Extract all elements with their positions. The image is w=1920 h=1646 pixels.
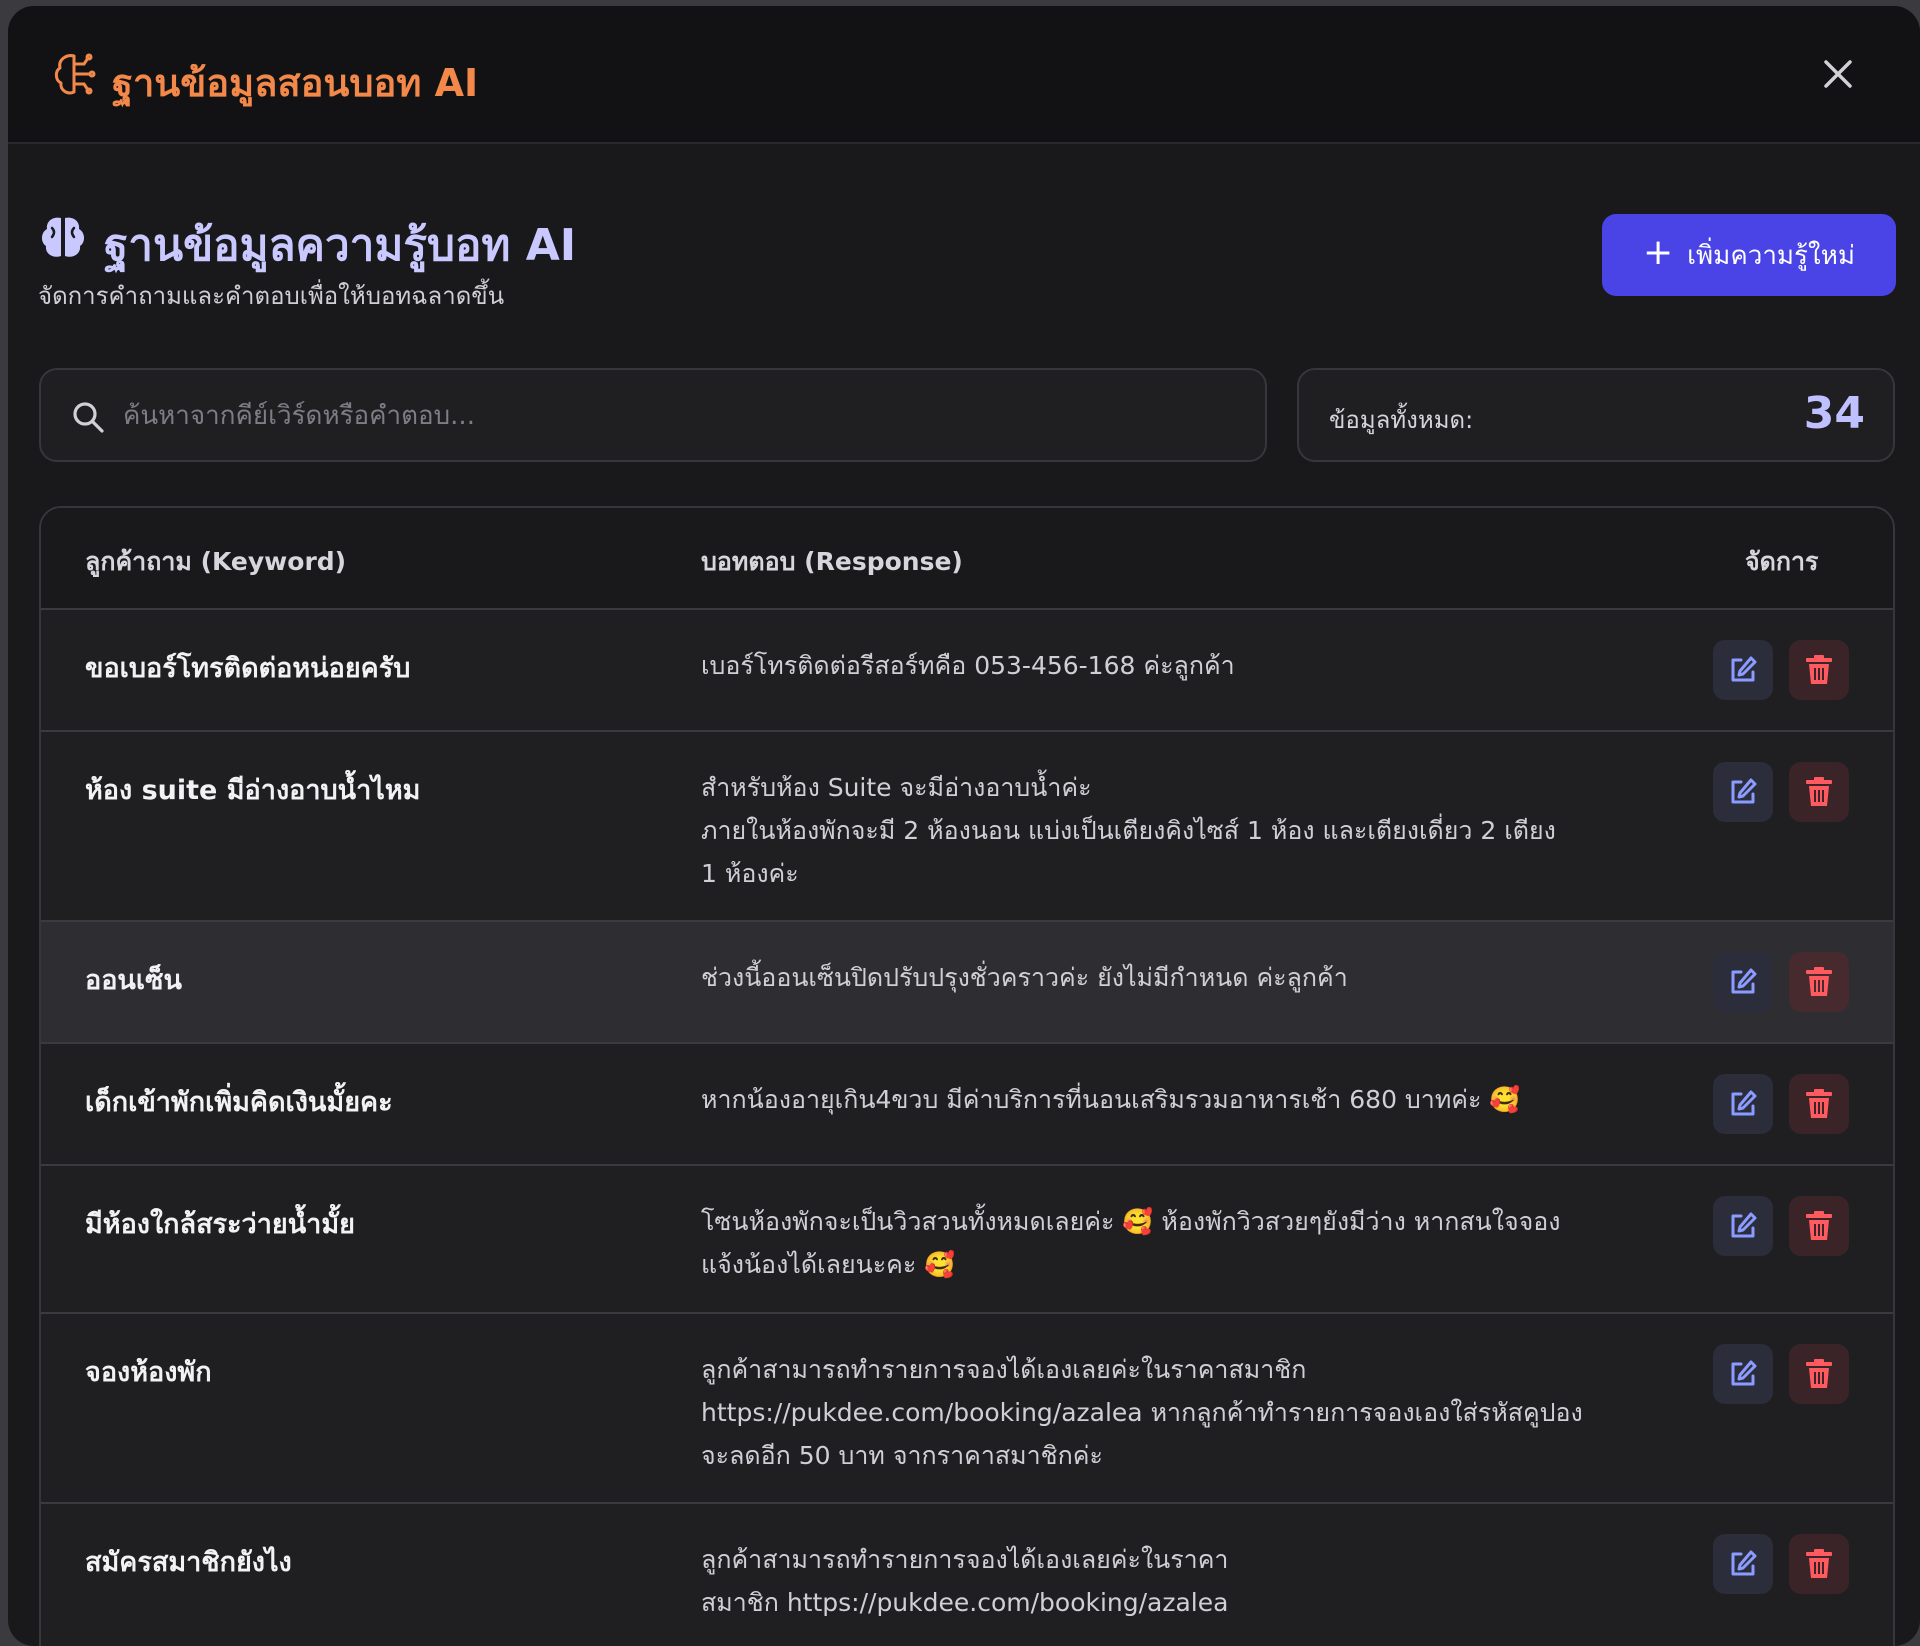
edit-icon	[1731, 656, 1757, 682]
page-subtitle: จัดการคำถามและคำตอบเพื่อให้บอทฉลาดขึ้น	[38, 282, 505, 310]
search-box	[39, 368, 1267, 462]
edit-button[interactable]	[1713, 952, 1773, 1012]
edit-button[interactable]	[1713, 1534, 1773, 1594]
table-row: เด็กเข้าพักเพิ่มคิดเงินมั้ยคะ หากน้องอาย…	[41, 1044, 1893, 1166]
total-count-label: ข้อมูลทั้งหมด:	[1329, 406, 1474, 434]
row-response: ช่วงนี้ออนเซ็นปิดปรับปรุงชั่วคราวค่ะ ยัง…	[701, 963, 1348, 992]
row-keyword: สมัครสมาชิกยังไง	[85, 1547, 292, 1578]
total-count-card: ข้อมูลทั้งหมด: 34	[1297, 368, 1895, 462]
total-count-value: 34	[1803, 388, 1865, 439]
row-response: ลูกค้าสามารถทำรายการจองได้เองเลยค่ะในราค…	[701, 1355, 1583, 1470]
table-header: ลูกค้าถาม (Keyword) บอทตอบ (Response) จั…	[41, 508, 1893, 610]
delete-button[interactable]	[1789, 1534, 1849, 1594]
trash-icon	[1806, 967, 1832, 996]
close-icon[interactable]	[1818, 54, 1858, 94]
row-keyword: ขอเบอร์โทรติดต่อหน่อยครับ	[85, 653, 411, 684]
delete-button[interactable]	[1789, 762, 1849, 822]
row-keyword: มีห้องใกล้สระว่ายน้ำมั้ย	[85, 1209, 355, 1240]
brain-circuit-icon	[54, 53, 96, 95]
plus-icon: +	[1642, 232, 1674, 273]
edit-button[interactable]	[1713, 762, 1773, 822]
search-input[interactable]	[121, 390, 1245, 442]
trash-icon	[1806, 777, 1832, 806]
row-response: ลูกค้าสามารถทำรายการจองได้เองเลยค่ะในราค…	[701, 1545, 1229, 1617]
knowledge-table: ลูกค้าถาม (Keyword) บอทตอบ (Response) จั…	[39, 506, 1895, 1646]
row-keyword: จองห้องพัก	[85, 1357, 212, 1388]
modal-header: ฐานข้อมูลสอนบอท AI	[8, 6, 1920, 144]
row-response: เบอร์โทรติดต่อรีสอร์ทคือ 053-456-168 ค่ะ…	[701, 651, 1235, 680]
table-row: ห้อง suite มีอ่างอาบน้ำไหม สำหรับห้อง Su…	[41, 732, 1893, 922]
table-row: จองห้องพัก ลูกค้าสามารถทำรายการจองได้เอง…	[41, 1314, 1893, 1504]
edit-button[interactable]	[1713, 1074, 1773, 1134]
page-title: ฐานข้อมูลความรู้บอท AI	[104, 220, 577, 271]
row-keyword: ออนเซ็น	[85, 965, 182, 996]
edit-button[interactable]	[1713, 640, 1773, 700]
add-knowledge-label: เพิ่มความรู้ใหม่	[1687, 240, 1855, 271]
delete-button[interactable]	[1789, 1074, 1849, 1134]
knowledge-modal: ฐานข้อมูลสอนบอท AI ฐานข้อมูลความรู้บอท A…	[8, 6, 1920, 1646]
trash-icon	[1806, 1549, 1832, 1578]
row-response: หากน้องอายุเกิน4ขวบ มีค่าบริการที่นอนเสร…	[701, 1085, 1521, 1114]
row-response: สำหรับห้อง Suite จะมีอ่างอาบน้ำค่ะ ภายใน…	[701, 773, 1556, 888]
edit-icon	[1731, 1360, 1757, 1386]
edit-icon	[1731, 1090, 1757, 1116]
add-knowledge-button[interactable]: + เพิ่มความรู้ใหม่	[1602, 214, 1896, 296]
column-header-actions: จัดการ	[1745, 547, 1819, 576]
delete-button[interactable]	[1789, 1196, 1849, 1256]
trash-icon	[1806, 1359, 1832, 1388]
trash-icon	[1806, 1211, 1832, 1240]
column-header-keyword: ลูกค้าถาม (Keyword)	[85, 547, 347, 576]
delete-button[interactable]	[1789, 640, 1849, 700]
table-row: สมัครสมาชิกยังไง ลูกค้าสามารถทำรายการจอง…	[41, 1504, 1893, 1646]
trash-icon	[1806, 1089, 1832, 1118]
column-header-response: บอทตอบ (Response)	[701, 547, 963, 576]
edit-icon	[1731, 1550, 1757, 1576]
trash-icon	[1806, 655, 1832, 684]
edit-icon	[1731, 968, 1757, 994]
delete-button[interactable]	[1789, 952, 1849, 1012]
edit-button[interactable]	[1713, 1344, 1773, 1404]
edit-icon	[1731, 1212, 1757, 1238]
table-row: ออนเซ็น ช่วงนี้ออนเซ็นปิดปรับปรุงชั่วครา…	[41, 922, 1893, 1044]
row-keyword: ห้อง suite มีอ่างอาบน้ำไหม	[85, 775, 421, 806]
table-row: ขอเบอร์โทรติดต่อหน่อยครับ เบอร์โทรติดต่อ…	[41, 610, 1893, 732]
row-keyword: เด็กเข้าพักเพิ่มคิดเงินมั้ยคะ	[85, 1087, 393, 1118]
edit-button[interactable]	[1713, 1196, 1773, 1256]
table-row: มีห้องใกล้สระว่ายน้ำมั้ย โซนห้องพักจะเป็…	[41, 1166, 1893, 1314]
brain-icon	[41, 217, 85, 257]
search-icon	[73, 402, 104, 433]
delete-button[interactable]	[1789, 1344, 1849, 1404]
edit-icon	[1731, 778, 1757, 804]
row-response: โซนห้องพักจะเป็นวิวสวนทั้งหมดเลยค่ะ 🥰 ห้…	[701, 1207, 1561, 1279]
modal-title: ฐานข้อมูลสอนบอท AI	[112, 61, 479, 105]
